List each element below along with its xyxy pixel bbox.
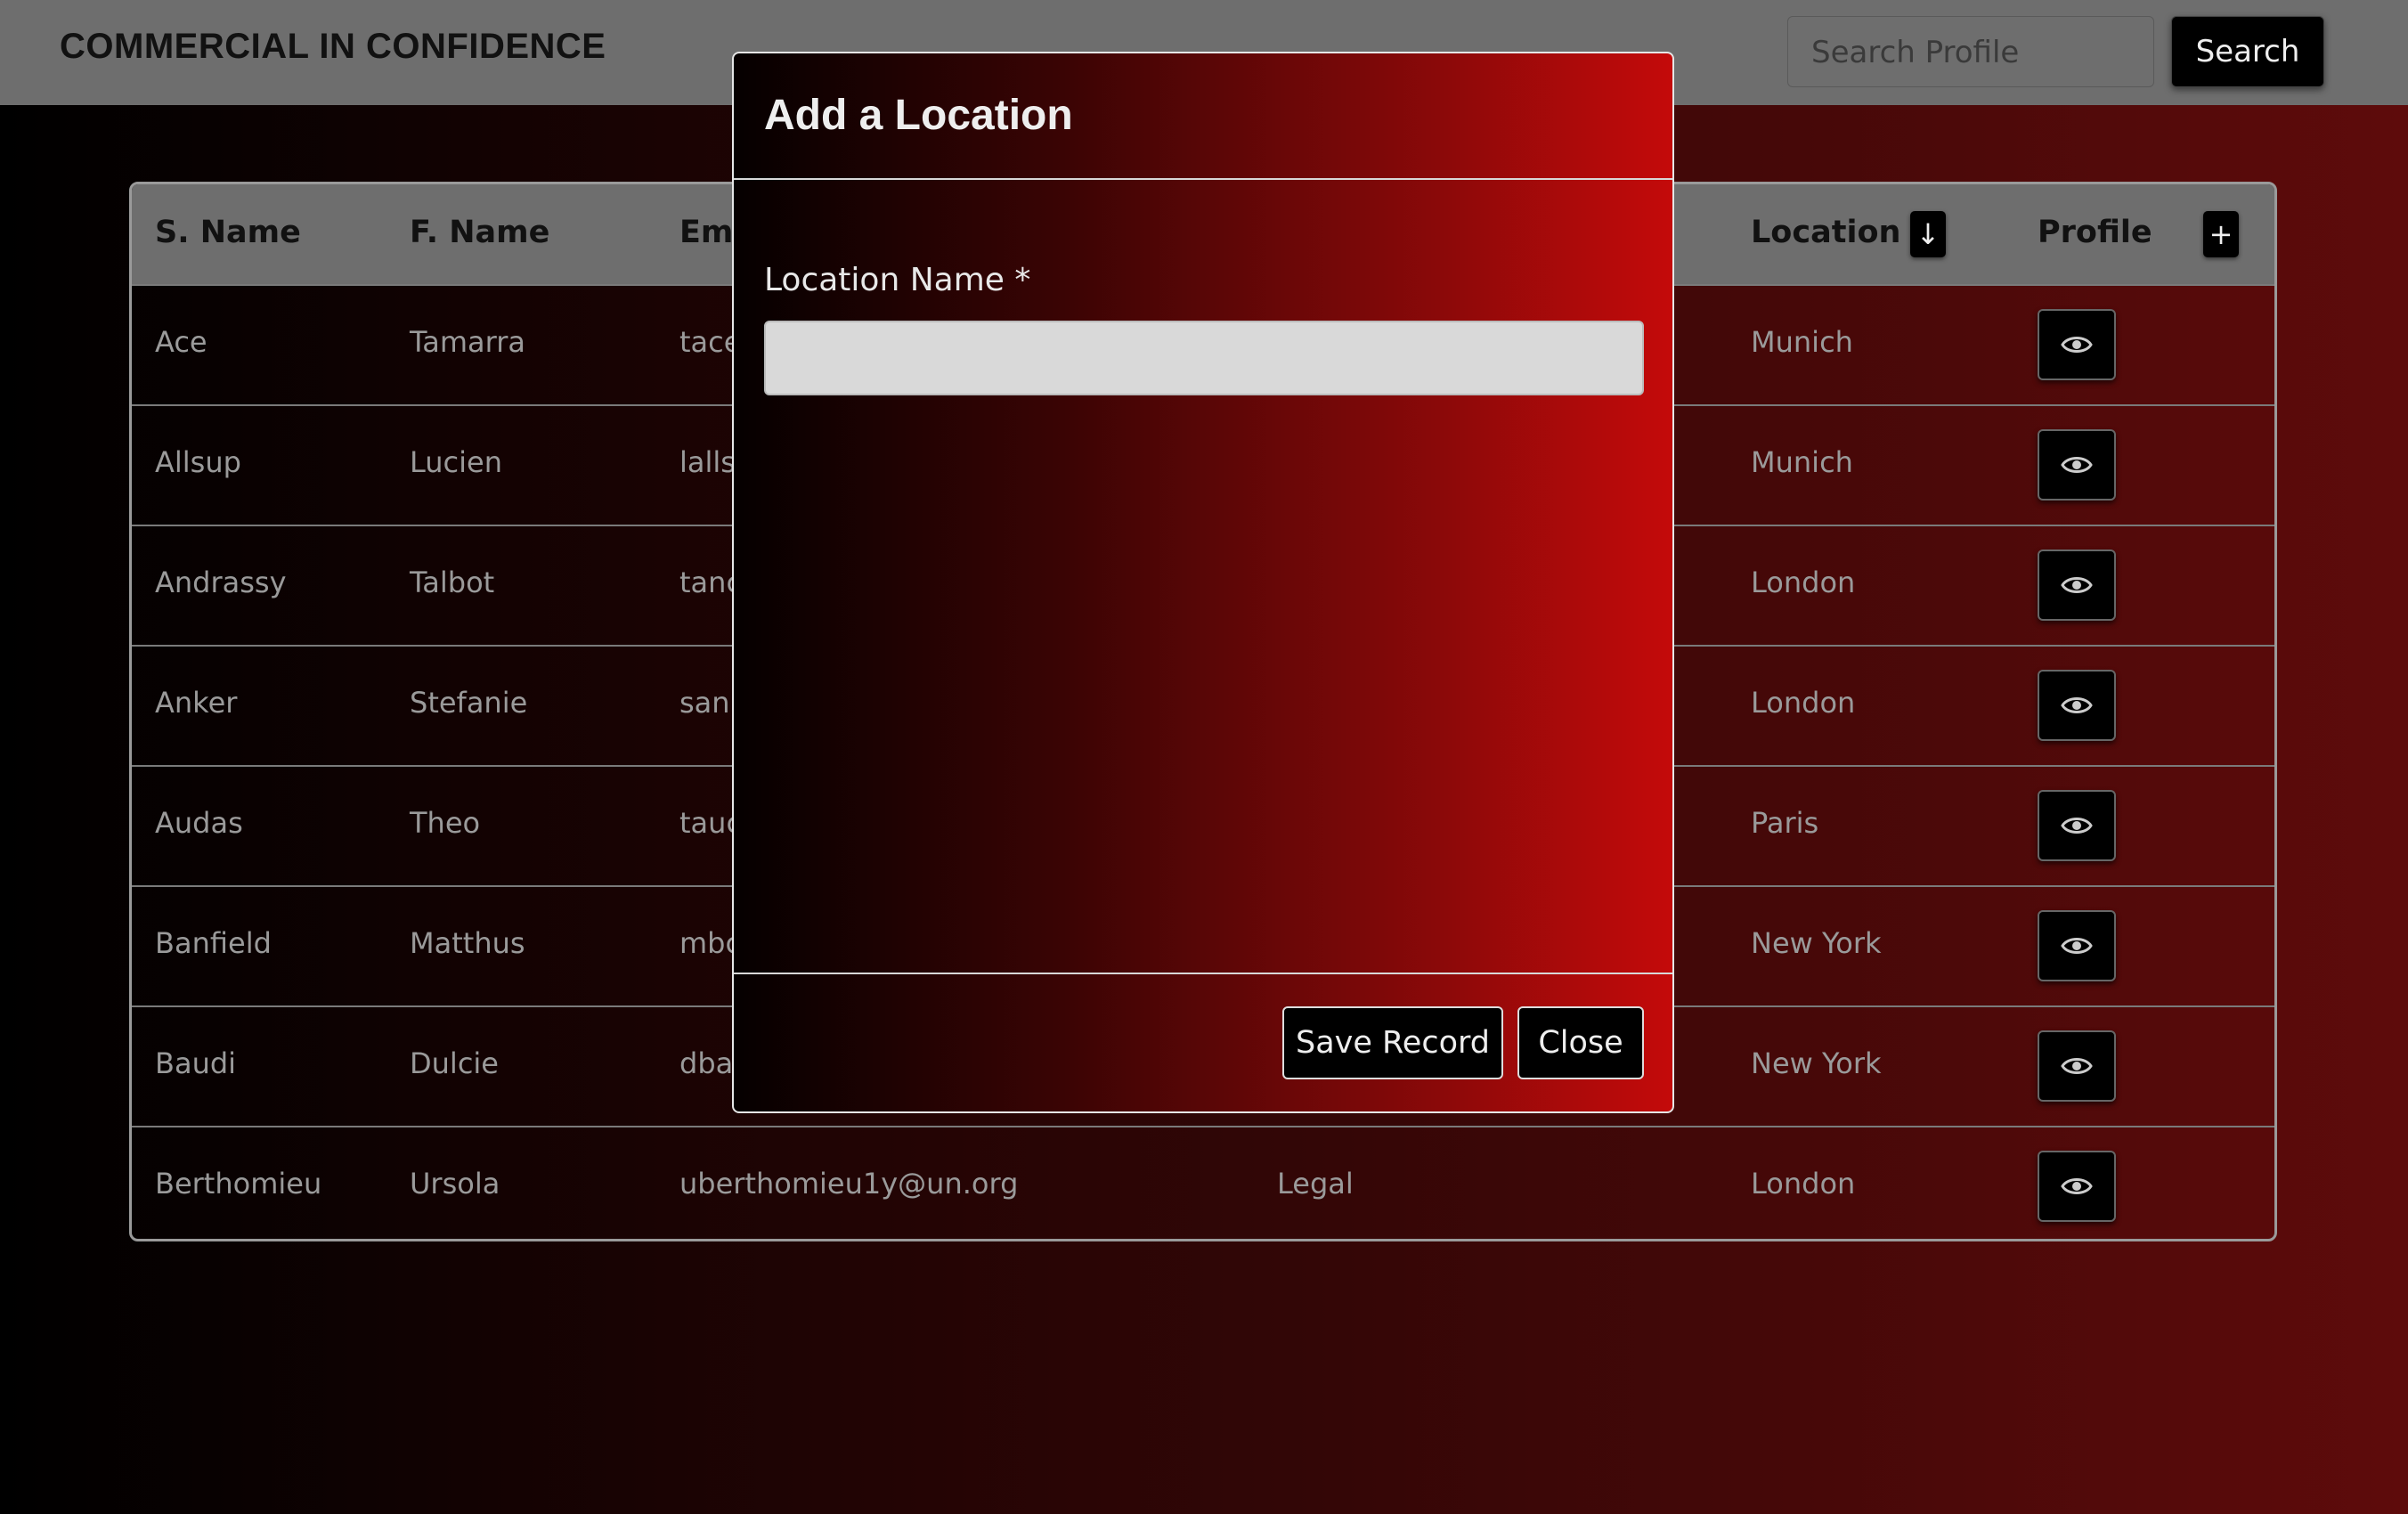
view-profile-button[interactable] <box>2038 1151 2116 1222</box>
cell-email: uberthomieu1y@un.org <box>679 1167 1019 1201</box>
cell-forename: Lucien <box>410 445 502 479</box>
eye-icon <box>2061 457 2093 473</box>
location-name-input[interactable] <box>764 321 1644 395</box>
cell-dept: Legal <box>1277 1167 1354 1201</box>
cell-forename: Dulcie <box>410 1046 499 1080</box>
cell-surname: Ace <box>155 325 207 359</box>
cell-email: lalls <box>679 445 736 479</box>
column-header-surname[interactable]: S. Name <box>155 215 301 250</box>
cell-location: New York <box>1751 926 1882 960</box>
view-profile-button[interactable] <box>2038 429 2116 501</box>
cell-location: London <box>1751 686 1856 720</box>
add-location-modal: Add a Location Location Name * Save Reco… <box>732 52 1674 1113</box>
eye-icon <box>2061 1058 2093 1074</box>
cell-location: New York <box>1751 1046 1882 1080</box>
table-row: Berthomieu Ursola uberthomieu1y@un.org Lega… <box>132 1126 2274 1239</box>
view-profile-button[interactable] <box>2038 670 2116 741</box>
cell-surname: Anker <box>155 686 238 720</box>
cell-email: sanl <box>679 686 738 720</box>
brand-title: COMMERCIAL IN CONFIDENCE <box>60 27 606 66</box>
cell-surname: Banfield <box>155 926 272 960</box>
cell-location: Munich <box>1751 445 1853 479</box>
eye-icon <box>2061 337 2093 353</box>
column-header-email[interactable]: Em <box>679 215 733 250</box>
sort-down-icon[interactable]: ↓ <box>1910 211 1946 257</box>
cell-forename: Ursola <box>410 1167 500 1201</box>
search-button[interactable]: Search <box>2171 16 2324 87</box>
cell-location: London <box>1751 566 1856 599</box>
cell-forename: Matthus <box>410 926 525 960</box>
cell-forename: Stefanie <box>410 686 528 720</box>
close-button[interactable]: Close <box>1517 1006 1644 1079</box>
column-header-profile: Profile <box>2038 215 2152 250</box>
cell-location: Munich <box>1751 325 1853 359</box>
cell-surname: Berthomieu <box>155 1167 322 1201</box>
cell-email: dba <box>679 1046 734 1080</box>
eye-icon <box>2061 577 2093 593</box>
view-profile-button[interactable] <box>2038 790 2116 861</box>
cell-surname: Andrassy <box>155 566 287 599</box>
view-profile-button[interactable] <box>2038 309 2116 380</box>
view-profile-button[interactable] <box>2038 549 2116 621</box>
cell-forename: Tamarra <box>410 325 525 359</box>
cell-location: Paris <box>1751 806 1819 840</box>
save-record-button[interactable]: Save Record <box>1282 1006 1503 1079</box>
cell-location: London <box>1751 1167 1856 1201</box>
cell-forename: Theo <box>410 806 481 840</box>
eye-icon <box>2061 938 2093 954</box>
search-input[interactable]: Search Profile <box>1787 16 2154 87</box>
view-profile-button[interactable] <box>2038 910 2116 981</box>
view-profile-button[interactable] <box>2038 1030 2116 1102</box>
cell-forename: Talbot <box>410 566 495 599</box>
column-header-forename[interactable]: F. Name <box>410 215 549 250</box>
cell-surname: Allsup <box>155 445 241 479</box>
modal-header: Add a Location <box>734 53 1672 180</box>
cell-surname: Audas <box>155 806 243 840</box>
location-name-label: Location Name * <box>764 262 1031 298</box>
cell-surname: Baudi <box>155 1046 237 1080</box>
eye-icon <box>2061 1178 2093 1194</box>
add-location-button[interactable]: + <box>2203 211 2239 257</box>
column-header-location[interactable]: Location <box>1751 215 1900 250</box>
eye-icon <box>2061 697 2093 713</box>
eye-icon <box>2061 818 2093 834</box>
modal-footer: Save Record Close <box>734 973 1672 1111</box>
modal-title: Add a Location <box>764 92 1073 139</box>
